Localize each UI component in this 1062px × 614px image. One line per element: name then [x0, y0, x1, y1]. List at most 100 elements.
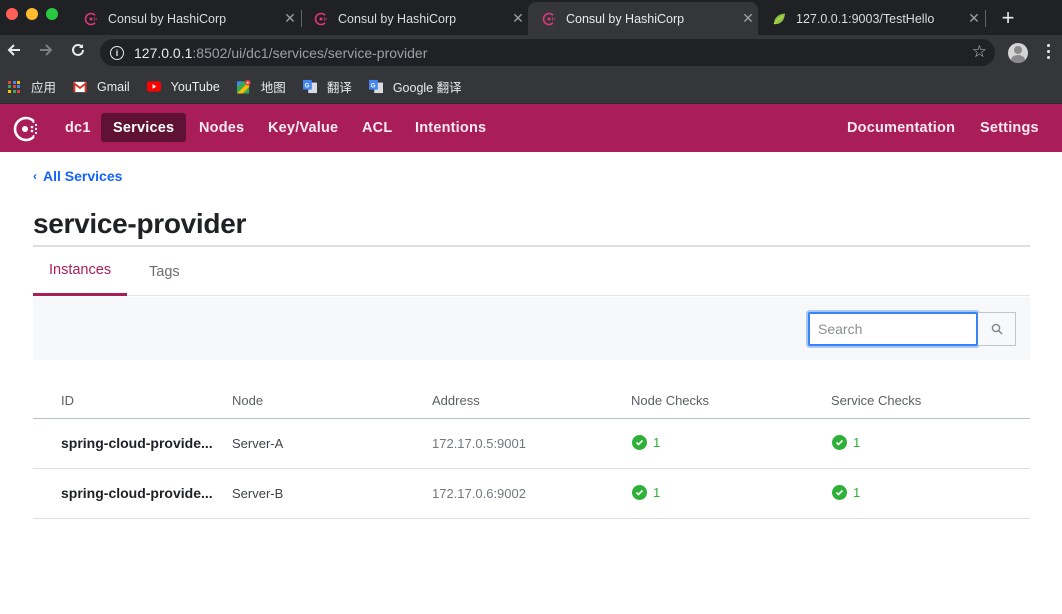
browser-tab[interactable]: Consul by HashiCorp ✕ [300, 2, 528, 35]
tab-title: Consul by HashiCorp [338, 11, 457, 26]
maps-icon [236, 79, 251, 94]
bookmark-label: Gmail [97, 79, 130, 94]
instances-table: ID Node Address Node Checks Service Chec… [33, 383, 1030, 519]
chevron-left-icon: ‹ [33, 169, 37, 183]
datacenter-selector[interactable]: dc1 [53, 113, 103, 142]
search-group [808, 312, 1016, 346]
bookmark-label: 应用 [31, 81, 57, 95]
reload-icon [72, 43, 84, 56]
consul-icon [542, 12, 556, 26]
close-tab-icon[interactable]: ✕ [738, 10, 758, 27]
bookmark-youtube[interactable]: YouTube [146, 80, 220, 94]
instance-id[interactable]: spring-cloud-provide... [61, 435, 213, 451]
url-path: :8502/ui/dc1/services/service-provider [192, 44, 428, 61]
check-circle-icon [832, 435, 847, 450]
instance-node: Server-B [232, 486, 284, 501]
table-row[interactable]: spring-cloud-provide... Server-A 172.17.… [33, 419, 1030, 469]
breadcrumb-label: All Services [43, 168, 123, 184]
arrow-left-icon [7, 44, 20, 56]
nav-key-value[interactable]: Key/Value [256, 113, 350, 142]
breadcrumb-all-services[interactable]: ‹ All Services [33, 168, 122, 184]
search-button[interactable] [978, 312, 1016, 346]
check-circle-icon [632, 435, 647, 450]
service-checks-count: 1 [853, 435, 861, 450]
tab-title: 127.0.0.1:9003/TestHello [796, 11, 935, 26]
instance-node: Server-A [232, 436, 284, 451]
forward-button[interactable] [36, 42, 56, 63]
column-header-node-checks[interactable]: Node Checks [631, 393, 709, 408]
translate-icon: G [302, 79, 317, 94]
reload-button[interactable] [68, 42, 88, 63]
browser-tab-active[interactable]: Consul by HashiCorp ✕ [528, 2, 758, 35]
node-checks-count: 1 [653, 485, 661, 500]
back-button[interactable] [4, 42, 24, 63]
browser-tab[interactable]: 127.0.0.1:9003/TestHello ✕ [758, 2, 984, 35]
bookmark-star-icon[interactable]: ☆ [972, 42, 987, 62]
close-window-button[interactable] [6, 8, 18, 20]
column-header-address[interactable]: Address [432, 393, 480, 408]
nav-settings[interactable]: Settings [968, 113, 1051, 142]
consul-icon [84, 12, 98, 26]
column-header-node[interactable]: Node [232, 393, 263, 408]
browser-toolbar: i 127.0.0.1:8502/ui/dc1/services/service… [0, 35, 1062, 70]
site-info-icon[interactable]: i [110, 45, 124, 60]
check-circle-icon [632, 485, 647, 500]
close-tab-icon[interactable]: ✕ [280, 10, 300, 27]
bookmark-label: Google 翻译 [392, 81, 462, 95]
profile-avatar[interactable] [1008, 43, 1028, 63]
browser-tab-strip: Consul by HashiCorp ✕ Consul by HashiCor… [0, 0, 1062, 35]
translate-icon: G [368, 79, 383, 94]
node-checks-status: 1 [632, 435, 660, 450]
nav-nodes[interactable]: Nodes [187, 113, 256, 142]
instance-id[interactable]: spring-cloud-provide... [61, 485, 213, 501]
node-checks-status: 1 [632, 485, 660, 500]
maximize-window-button[interactable] [46, 8, 58, 20]
apps-grid-icon [7, 80, 21, 94]
new-tab-button[interactable]: + [998, 5, 1018, 31]
service-checks-count: 1 [853, 485, 861, 500]
youtube-icon [146, 80, 161, 94]
tab-separator [985, 10, 986, 27]
consul-logo-icon[interactable] [12, 115, 42, 148]
bookmark-apps[interactable]: 应用 [7, 77, 56, 96]
search-icon [991, 323, 1002, 335]
bookmark-label: 翻译 [326, 81, 352, 95]
table-row[interactable]: spring-cloud-provide... Server-B 172.17.… [33, 469, 1030, 519]
spring-leaf-icon [772, 12, 786, 26]
address-bar[interactable]: i 127.0.0.1:8502/ui/dc1/services/service… [100, 39, 995, 66]
page-title: service-provider [33, 208, 247, 239]
close-tab-icon[interactable]: ✕ [508, 10, 528, 27]
gmail-icon [73, 80, 88, 94]
service-checks-status: 1 [832, 435, 860, 450]
bookmark-google-translate[interactable]: G Google 翻译 [368, 77, 462, 96]
minimize-window-button[interactable] [26, 8, 38, 20]
tab-instances[interactable]: Instances [33, 247, 128, 296]
nav-intentions[interactable]: Intentions [403, 113, 498, 142]
consul-icon [314, 12, 328, 26]
browser-menu-icon[interactable] [1047, 44, 1050, 59]
url-host: 127.0.0.1 [134, 44, 193, 61]
tab-title: Consul by HashiCorp [566, 11, 685, 26]
window-controls [6, 8, 58, 20]
browser-tab[interactable]: Consul by HashiCorp ✕ [70, 2, 300, 35]
tab-tags[interactable]: Tags [133, 247, 196, 296]
tab-title: Consul by HashiCorp [108, 11, 227, 26]
service-tabs: Instances Tags [33, 247, 1030, 296]
filter-bar [33, 297, 1030, 360]
consul-top-nav: dc1 Services Nodes Key/Value ACL Intenti… [0, 104, 1062, 152]
nav-documentation[interactable]: Documentation [835, 113, 967, 142]
node-checks-count: 1 [653, 435, 661, 450]
bookmarks-bar: 应用 Gmail YouTube 地图 G 翻译 G Google 翻译 [0, 70, 1062, 104]
bookmark-gmail[interactable]: Gmail [73, 80, 130, 94]
search-input[interactable] [808, 312, 978, 346]
instance-address: 172.17.0.5:9001 [432, 436, 526, 451]
close-tab-icon[interactable]: ✕ [964, 10, 984, 27]
bookmark-translate[interactable]: G 翻译 [302, 77, 352, 96]
nav-services[interactable]: Services [101, 113, 187, 142]
arrow-right-icon [40, 44, 53, 56]
check-circle-icon [832, 485, 847, 500]
column-header-id[interactable]: ID [61, 393, 74, 408]
bookmark-maps[interactable]: 地图 [236, 77, 286, 96]
nav-acl[interactable]: ACL [350, 113, 404, 142]
column-header-service-checks[interactable]: Service Checks [831, 393, 921, 408]
